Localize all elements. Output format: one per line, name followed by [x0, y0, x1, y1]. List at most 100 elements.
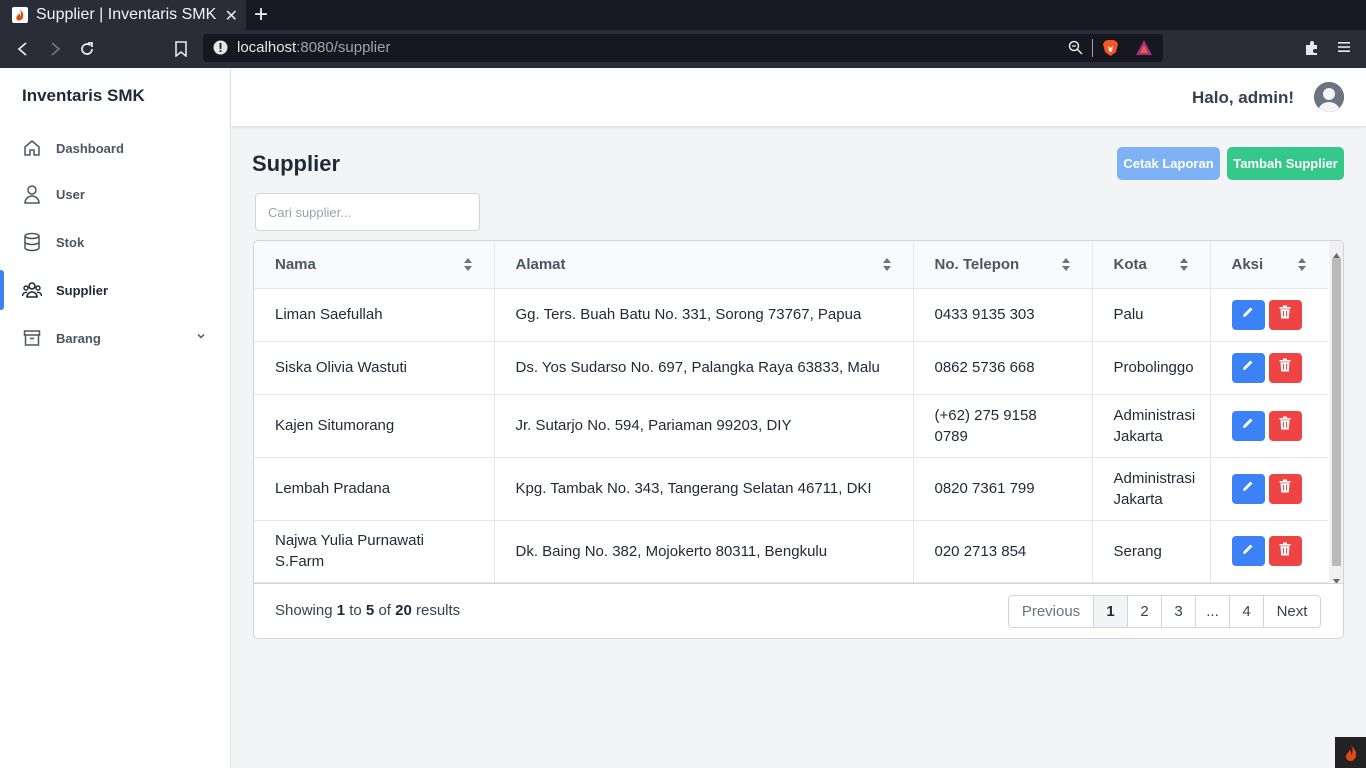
table-scrollbar[interactable]: [1329, 241, 1343, 584]
cell-kota: Palu: [1092, 288, 1211, 342]
supplier-table-card: Nama Alamat No. Telepon Kota Aksi Liman …: [253, 240, 1344, 639]
column-header-aksi[interactable]: Aksi: [1210, 241, 1328, 289]
edit-button[interactable]: [1231, 352, 1265, 383]
bookmark-icon[interactable]: [170, 38, 192, 60]
table-row: Kajen Situmorang Jr. Sutarjo No. 594, Pa…: [254, 394, 1328, 458]
column-header-nama[interactable]: Nama: [254, 241, 495, 289]
users-group-icon: [22, 280, 42, 300]
edit-button[interactable]: [1231, 410, 1265, 441]
sort-icon[interactable]: [882, 258, 891, 275]
tab-title: Supplier | Inventaris SMK: [36, 6, 217, 23]
cell-nama: Siska Olivia Wastuti: [254, 341, 495, 395]
sidebar-item-user[interactable]: User: [0, 174, 231, 214]
results-summary: Showing 1 to 5 of 20 results: [275, 602, 461, 619]
edit-button[interactable]: [1231, 473, 1265, 504]
sort-icon[interactable]: [1298, 258, 1306, 275]
pencil-icon: [1241, 478, 1255, 499]
sidebar-item-supplier[interactable]: Supplier: [0, 270, 231, 310]
forward-icon[interactable]: [44, 38, 66, 60]
sidebar-item-barang[interactable]: Barang: [0, 318, 231, 358]
cell-telepon: 0820 7361 799: [913, 457, 1093, 521]
extensions-icon[interactable]: [1304, 40, 1320, 61]
table-row: Liman Saefullah Gg. Ters. Buah Batu No. …: [254, 288, 1328, 342]
pagination: Previous 1 2 3 ... 4 Next: [1008, 595, 1321, 628]
archive-icon: [22, 328, 42, 348]
sidebar-item-stok[interactable]: Stok: [0, 222, 231, 262]
add-supplier-button[interactable]: Tambah Supplier: [1227, 147, 1344, 180]
top-header: Halo, admin!: [231, 68, 1366, 126]
cell-telepon: 0433 9135 303: [913, 288, 1093, 342]
cell-telepon: 020 2713 854: [913, 520, 1093, 583]
edit-button[interactable]: [1231, 299, 1265, 330]
cell-alamat: Jr. Sutarjo No. 594, Pariaman 99203, DIY: [494, 394, 914, 458]
pencil-icon: [1241, 541, 1255, 562]
table-row: Lembah Pradana Kpg. Tambak No. 343, Tang…: [254, 457, 1328, 521]
page-title: Supplier: [252, 151, 341, 176]
table-row: Najwa Yulia Purnawati S.Farm Dk. Baing N…: [254, 520, 1328, 583]
cell-kota: Administrasi Jakarta: [1092, 457, 1211, 521]
cell-aksi: [1210, 341, 1328, 395]
scrollbar-thumb[interactable]: [1332, 258, 1341, 566]
previous-page-button[interactable]: Previous: [1009, 596, 1094, 627]
sidebar-item-label: Dashboard: [56, 140, 124, 156]
sort-icon[interactable]: [1179, 258, 1188, 275]
column-header-alamat[interactable]: Alamat: [494, 241, 914, 289]
page-button-4[interactable]: 4: [1230, 596, 1264, 627]
cell-kota: Administrasi Jakarta: [1092, 394, 1211, 458]
browser-tab-strip: Supplier | Inventaris SMK ✕ +: [0, 0, 1366, 30]
app-brand[interactable]: Inventaris SMK: [22, 86, 145, 106]
page-button-2[interactable]: 2: [1128, 596, 1162, 627]
delete-button[interactable]: [1268, 473, 1302, 504]
column-header-kota[interactable]: Kota: [1092, 241, 1211, 289]
delete-button[interactable]: [1268, 299, 1302, 330]
avatar[interactable]: [1314, 82, 1344, 112]
cell-alamat: Dk. Baing No. 382, Mojokerto 80311, Beng…: [494, 520, 914, 583]
url-text: localhost:8080/supplier: [237, 39, 391, 56]
database-icon: [22, 232, 42, 252]
table-row: Siska Olivia Wastuti Ds. Yos Sudarso No.…: [254, 341, 1328, 395]
table-footer: Showing 1 to 5 of 20 results Previous 1 …: [254, 583, 1343, 638]
brave-shields-icon[interactable]: [1102, 39, 1119, 62]
delete-button[interactable]: [1268, 536, 1302, 566]
cell-telepon: (+62) 275 9158 0789: [913, 394, 1093, 458]
sort-icon[interactable]: [463, 258, 472, 275]
page-button-3[interactable]: 3: [1162, 596, 1196, 627]
browser-menu-icon[interactable]: [1336, 40, 1350, 59]
sidebar-item-dashboard[interactable]: Dashboard: [0, 128, 231, 168]
search-input[interactable]: [255, 193, 480, 231]
cell-aksi: [1210, 288, 1328, 342]
column-header-telepon[interactable]: No. Telepon: [913, 241, 1093, 289]
reload-icon[interactable]: [76, 38, 98, 60]
close-tab-icon[interactable]: ✕: [225, 6, 238, 26]
new-tab-icon[interactable]: +: [254, 2, 268, 28]
sidebar-item-label: Supplier: [56, 282, 109, 298]
trash-icon: [1279, 415, 1291, 436]
cell-alamat: Kpg. Tambak No. 343, Tangerang Selatan 4…: [494, 457, 914, 521]
next-page-button[interactable]: Next: [1264, 596, 1320, 627]
trash-icon: [1279, 357, 1291, 378]
page-button-1[interactable]: 1: [1094, 596, 1128, 627]
trash-icon: [1279, 541, 1291, 562]
browser-tab[interactable]: Supplier | Inventaris SMK ✕: [0, 0, 246, 30]
site-info-icon[interactable]: [213, 40, 228, 60]
trash-icon: [1279, 304, 1291, 325]
back-icon[interactable]: [12, 38, 34, 60]
sort-icon[interactable]: [1061, 258, 1070, 275]
brave-rewards-icon[interactable]: [1135, 39, 1153, 61]
print-report-button[interactable]: Cetak Laporan: [1117, 147, 1220, 180]
cell-alamat: Ds. Yos Sudarso No. 697, Palangka Raya 6…: [494, 341, 914, 395]
edit-button[interactable]: [1231, 536, 1265, 566]
cell-nama: Lembah Pradana: [254, 457, 495, 521]
delete-button[interactable]: [1268, 352, 1302, 383]
cell-nama: Kajen Situmorang: [254, 394, 495, 458]
cell-telepon: 0862 5736 668: [913, 341, 1093, 395]
trash-icon: [1279, 478, 1291, 499]
debug-toolbar-icon[interactable]: [1335, 737, 1366, 768]
cell-nama: Liman Saefullah: [254, 288, 495, 342]
sidebar-item-label: Stok: [56, 234, 85, 250]
table-header-row: Nama Alamat No. Telepon Kota Aksi: [254, 241, 1328, 289]
address-bar[interactable]: localhost:8080/supplier: [203, 34, 1163, 62]
delete-button[interactable]: [1268, 410, 1302, 441]
cell-nama: Najwa Yulia Purnawati S.Farm: [254, 520, 495, 583]
zoom-icon[interactable]: [1068, 40, 1083, 60]
